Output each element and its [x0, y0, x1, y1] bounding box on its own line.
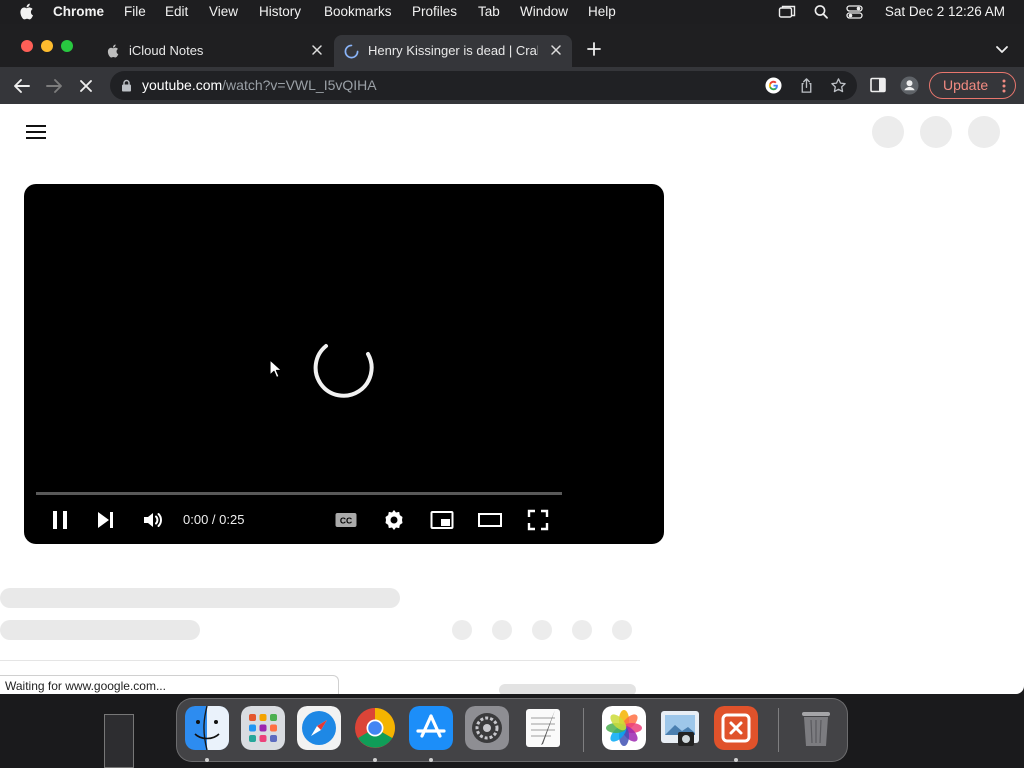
launchpad-icon[interactable]	[241, 706, 285, 750]
update-button[interactable]: Update	[929, 72, 1016, 99]
remote-desktop-icon[interactable]	[714, 706, 758, 750]
action-placeholder-dot	[452, 620, 472, 640]
back-arrow-icon[interactable]	[12, 76, 32, 96]
menu-bar-clock[interactable]: Sat Dec 2 12:26 AM	[885, 4, 1005, 20]
window-zoom-button[interactable]	[61, 40, 73, 52]
video-time-display: 0:00 / 0:25	[183, 512, 245, 527]
apple-icon	[107, 44, 119, 58]
fullscreen-icon[interactable]	[526, 508, 550, 532]
system-settings-icon[interactable]	[465, 706, 509, 750]
svg-text:CC: CC	[340, 516, 352, 526]
update-label: Update	[943, 77, 989, 93]
action-placeholder-dot	[532, 620, 552, 640]
trash-icon[interactable]	[794, 706, 838, 750]
tab-title: Henry Kissinger is dead | Crab	[368, 43, 538, 58]
header-placeholder-circle	[872, 116, 904, 148]
menu-bookmarks[interactable]: Bookmarks	[324, 4, 392, 20]
menu-tab[interactable]: Tab	[478, 4, 500, 20]
menu-history[interactable]: History	[259, 4, 301, 20]
hamburger-menu-icon[interactable]	[26, 125, 46, 139]
settings-gear-icon[interactable]	[382, 508, 406, 532]
closed-captions-icon[interactable]: CC	[334, 508, 358, 532]
side-panel-icon[interactable]	[869, 76, 887, 94]
macos-menu-bar: Chrome File Edit View History Bookmarks …	[0, 0, 1024, 24]
action-placeholder-dot	[572, 620, 592, 640]
google-lens-icon[interactable]	[765, 77, 782, 94]
theater-mode-icon[interactable]	[478, 508, 502, 532]
tab-youtube-video[interactable]: Henry Kissinger is dead | Crab	[334, 35, 572, 67]
content-divider	[0, 660, 640, 661]
web-page: 0:00 / 0:25 CC	[0, 104, 1024, 694]
menu-edit[interactable]: Edit	[165, 4, 188, 20]
dock-running-indicator	[205, 758, 209, 762]
menu-window[interactable]: Window	[520, 4, 568, 20]
tab-close-icon[interactable]	[310, 43, 324, 57]
mouse-cursor-icon	[269, 359, 283, 379]
more-options-icon	[1002, 79, 1006, 93]
tab-icloud-notes[interactable]: iCloud Notes	[96, 35, 332, 67]
apple-icon[interactable]	[18, 3, 34, 20]
photos-icon[interactable]	[602, 706, 646, 750]
scroll-placeholder-pill	[499, 684, 636, 694]
stop-loading-icon[interactable]	[76, 76, 96, 96]
share-icon[interactable]	[798, 77, 815, 94]
channel-placeholder-bar	[0, 620, 200, 640]
google-chrome-icon[interactable]	[353, 706, 397, 750]
finder-icon[interactable]	[185, 706, 229, 750]
window-close-button[interactable]	[21, 40, 33, 52]
url-text[interactable]: youtube.com/watch?v=VWL_I5vQIHA	[142, 77, 377, 93]
volume-icon[interactable]	[141, 508, 165, 532]
dock-running-indicator	[429, 758, 433, 762]
tab-title: iCloud Notes	[129, 43, 204, 58]
url-domain: youtube.com	[142, 77, 223, 93]
video-loading-spinner-icon	[313, 344, 374, 398]
menu-file[interactable]: File	[124, 4, 146, 20]
preview-icon[interactable]	[658, 706, 702, 750]
menu-app-chrome[interactable]: Chrome	[53, 4, 104, 20]
status-text: Waiting for www.google.com...	[5, 679, 166, 693]
menu-view[interactable]: View	[209, 4, 238, 20]
dock-running-indicator	[734, 758, 738, 762]
pause-icon[interactable]	[48, 508, 72, 532]
new-tab-icon[interactable]	[585, 40, 603, 58]
desktop-window-thumbnail[interactable]	[104, 714, 134, 768]
title-placeholder-bar	[0, 588, 400, 608]
browser-status-bar: Waiting for www.google.com...	[0, 675, 339, 695]
next-video-icon[interactable]	[94, 508, 118, 532]
header-placeholder-circle	[920, 116, 952, 148]
dock-separator	[778, 708, 779, 752]
app-store-icon[interactable]	[409, 706, 453, 750]
dock-separator	[583, 708, 584, 752]
address-bar[interactable]: youtube.com/watch?v=VWL_I5vQIHA	[110, 71, 857, 100]
menu-help[interactable]: Help	[588, 4, 616, 20]
profile-avatar-icon[interactable]	[900, 76, 919, 95]
action-placeholder-dot	[612, 620, 632, 640]
dock-running-indicator	[373, 758, 377, 762]
control-center-icon[interactable]	[846, 4, 864, 20]
loading-spinner-icon	[344, 44, 359, 59]
url-path: /watch?v=VWL_I5vQIHA	[222, 77, 377, 93]
menu-profiles[interactable]: Profiles	[412, 4, 457, 20]
screen-mirroring-icon[interactable]	[778, 4, 796, 20]
action-placeholder-dot	[492, 620, 512, 640]
textedit-icon[interactable]	[521, 706, 565, 750]
video-player[interactable]: 0:00 / 0:25 CC	[24, 184, 664, 544]
safari-icon[interactable]	[297, 706, 341, 750]
lock-icon[interactable]	[121, 79, 132, 92]
miniplayer-icon[interactable]	[430, 508, 454, 532]
spotlight-search-icon[interactable]	[813, 4, 831, 20]
video-progress-bar[interactable]	[36, 492, 562, 495]
forward-arrow-icon[interactable]	[44, 76, 64, 96]
header-placeholder-circle	[968, 116, 1000, 148]
tab-search-chevron-icon[interactable]	[994, 42, 1010, 56]
tab-close-icon[interactable]	[549, 43, 563, 57]
bookmark-star-icon[interactable]	[830, 77, 847, 94]
window-minimize-button[interactable]	[41, 40, 53, 52]
